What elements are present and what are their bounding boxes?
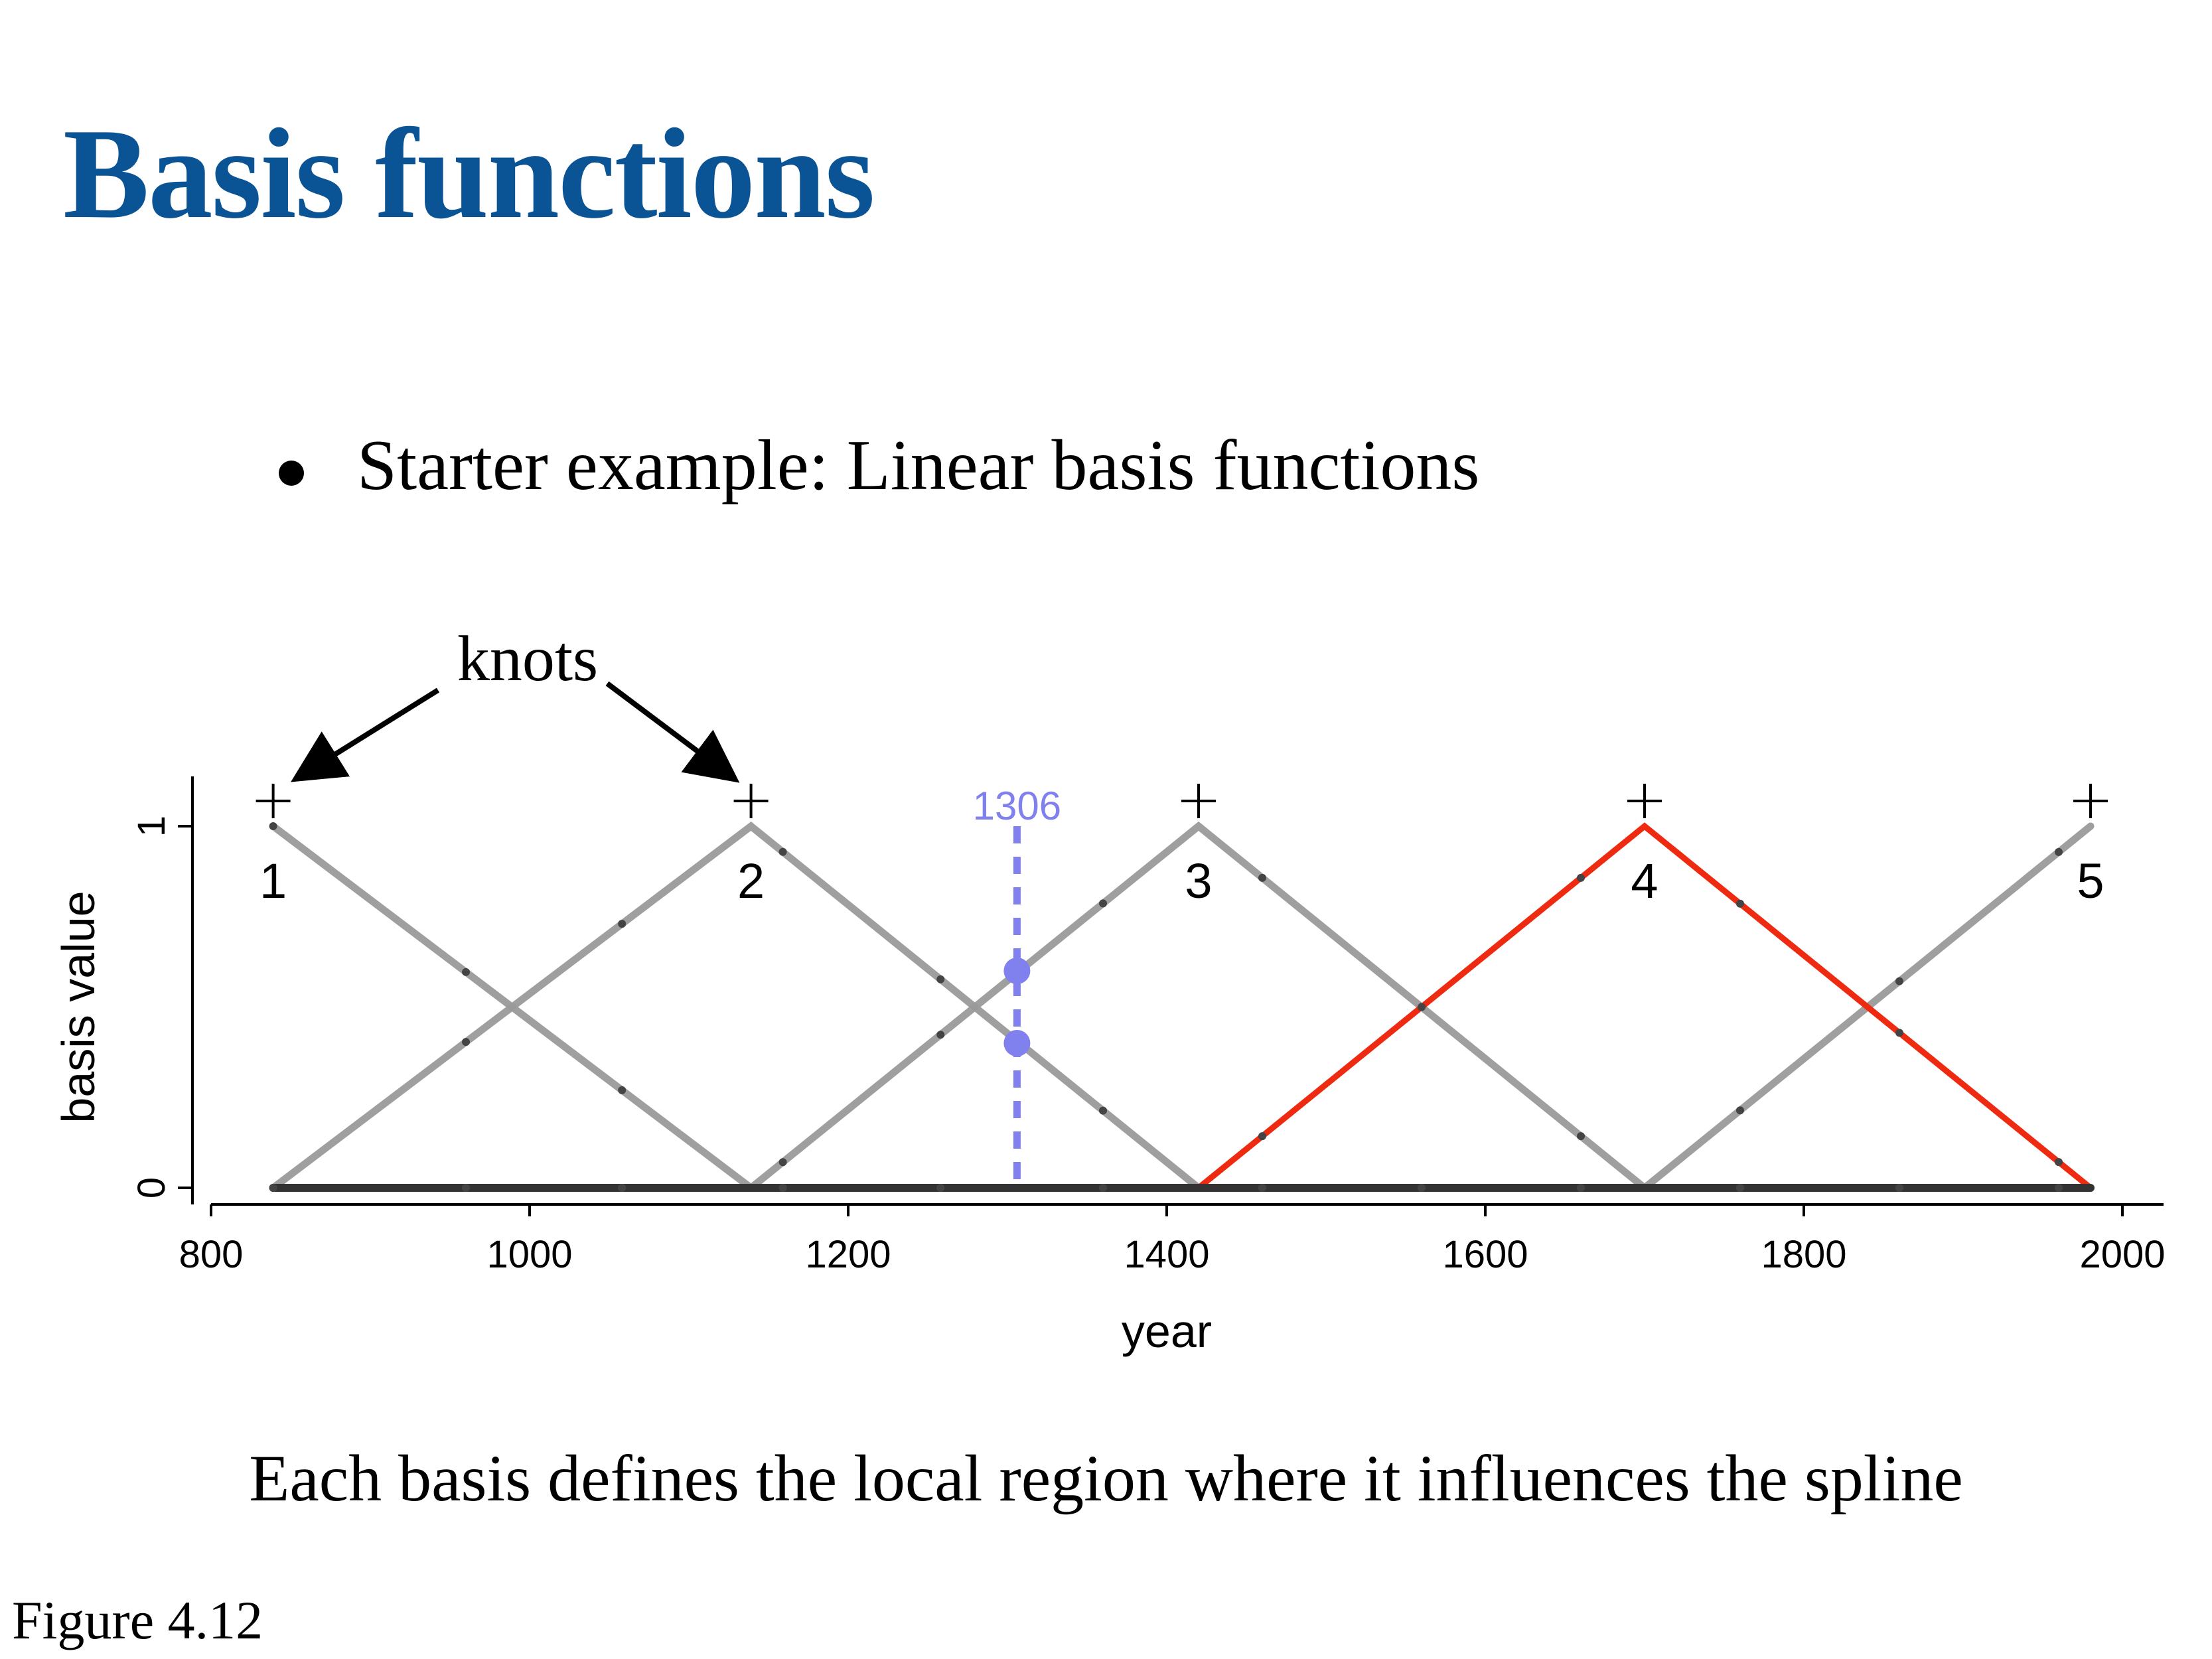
data-point-dot — [1895, 1029, 1903, 1037]
data-point-dot — [1099, 1184, 1107, 1192]
knot-label: 4 — [1631, 853, 1658, 908]
knots: 1 2 3 4 5 — [256, 784, 2108, 908]
x-tick-label: 1000 — [486, 1233, 572, 1276]
x-tick-label: 800 — [179, 1233, 244, 1276]
data-point-dot — [618, 920, 627, 928]
data-point-dot — [1418, 1003, 1426, 1011]
data-point-dot — [1895, 1184, 1903, 1192]
knots-arrow-icon — [605, 681, 740, 783]
marker-point — [1003, 1030, 1031, 1056]
marker-label: 1306 — [973, 784, 1061, 828]
x-tick-label: 1200 — [805, 1233, 891, 1276]
knots-annotation: knots — [291, 623, 740, 783]
x-tick-label: 1600 — [1442, 1233, 1528, 1276]
knot-label: 5 — [2077, 853, 2104, 908]
data-point-dot — [1258, 1132, 1266, 1141]
data-point-dot — [462, 1184, 470, 1192]
knots-arrow-icon — [291, 687, 440, 782]
y-tick-label: 0 — [130, 1177, 173, 1198]
data-point-dot — [1418, 1184, 1426, 1192]
data-point-dot — [269, 822, 277, 830]
data-point-dot — [1736, 1184, 1744, 1192]
basis-line — [269, 822, 2095, 1192]
data-point-dot — [1258, 873, 1266, 882]
marker-point — [1003, 958, 1031, 984]
axes: 800 1000 1200 1400 1600 1800 2000 0 1 year basis v… — [52, 776, 2166, 1357]
data-point-dot — [936, 1184, 945, 1192]
knot-label: 2 — [737, 853, 765, 908]
y-axis-label: basis value — [52, 891, 104, 1123]
data-point-dot — [1099, 899, 1107, 908]
data-point-dot — [2055, 1158, 2063, 1167]
data-point-dot — [778, 1184, 787, 1192]
basis-line — [269, 821, 2095, 1192]
data-point-dot — [1577, 873, 1585, 882]
data-point-dot — [1577, 1132, 1585, 1141]
data-point-dot — [778, 1158, 787, 1167]
knot-label: 1 — [259, 853, 287, 908]
data-point-dot — [269, 1184, 277, 1192]
data-point-dot — [1577, 1184, 1585, 1192]
data-point-dot — [936, 1031, 945, 1039]
y-tick-label: 1 — [130, 816, 173, 837]
data-point-dot — [462, 968, 470, 976]
x-axis-label: year — [1122, 1305, 1212, 1357]
data-point-dot — [1736, 899, 1744, 908]
data-point-dot — [1736, 1106, 1744, 1115]
data-point-dot — [618, 1184, 627, 1192]
figure-label: Figure 4.12 — [12, 1590, 263, 1650]
data-point-dot — [1895, 977, 1903, 985]
data-point-dot — [618, 1086, 627, 1094]
data-point-dot — [2055, 847, 2063, 856]
data-point-dot — [936, 975, 945, 983]
basis-line — [269, 822, 2095, 1192]
data-point-dot — [1099, 1106, 1107, 1115]
year-marker: 1306 — [973, 784, 1061, 1188]
data-point-dot — [462, 1038, 470, 1046]
basis-line — [269, 822, 2095, 1192]
x-tick-label: 1400 — [1124, 1233, 1209, 1276]
knots-annotation-label: knots — [457, 623, 598, 695]
highlighted-basis-line — [270, 822, 2094, 1191]
data-point-dot — [1258, 1184, 1266, 1192]
x-tick-label: 2000 — [2079, 1233, 2165, 1276]
x-tick-label: 1800 — [1761, 1233, 1846, 1276]
data-point-dot — [778, 847, 787, 856]
basis-function-chart: 800 1000 1200 1400 1600 1800 2000 0 1 year basis v… — [52, 623, 2166, 1357]
knot-label: 3 — [1185, 853, 1212, 908]
basis-series — [269, 821, 2095, 1192]
figure-caption: Each basis defines the local region wher… — [249, 1441, 1963, 1515]
data-point-dot — [2055, 1184, 2063, 1192]
